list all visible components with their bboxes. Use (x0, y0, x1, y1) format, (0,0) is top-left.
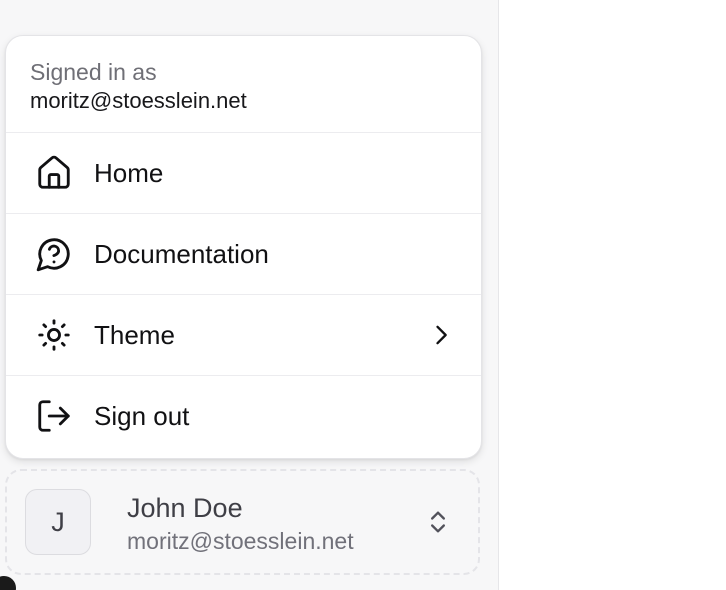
menu-item-sign-out[interactable]: Sign out (6, 376, 481, 456)
home-icon (35, 154, 73, 192)
account-dropdown-menu: Signed in as moritz@stoesslein.net Home (5, 35, 482, 459)
user-info: John Doe moritz@stoesslein.net (127, 491, 354, 557)
menu-item-label: Theme (94, 319, 175, 350)
user-email: moritz@stoesslein.net (127, 528, 354, 554)
menu-item-label: Sign out (94, 400, 190, 431)
menu-item-theme[interactable]: Theme (6, 295, 481, 376)
chevron-right-icon (436, 325, 447, 345)
help-circle-icon (35, 235, 73, 273)
log-out-icon (35, 397, 73, 435)
chevrons-up-down-icon (431, 511, 445, 533)
main-content (499, 0, 726, 590)
avatar: J (25, 489, 91, 555)
user-account-button[interactable]: J John Doe moritz@stoesslein.net (5, 469, 480, 575)
user-name: John Doe (127, 493, 243, 523)
signed-in-label: Signed in as (30, 59, 157, 85)
menu-header: Signed in as moritz@stoesslein.net (6, 36, 481, 133)
app-window: Signed in as moritz@stoesslein.net Home (0, 0, 726, 590)
sun-icon (35, 316, 73, 354)
menu-item-home[interactable]: Home (6, 133, 481, 214)
corner-decoration (0, 576, 16, 590)
menu-item-label: Home (94, 157, 164, 188)
menu-item-documentation[interactable]: Documentation (6, 214, 481, 295)
signed-in-email: moritz@stoesslein.net (30, 88, 247, 113)
menu-item-label: Documentation (94, 238, 269, 269)
sidebar: Signed in as moritz@stoesslein.net Home (0, 0, 499, 590)
